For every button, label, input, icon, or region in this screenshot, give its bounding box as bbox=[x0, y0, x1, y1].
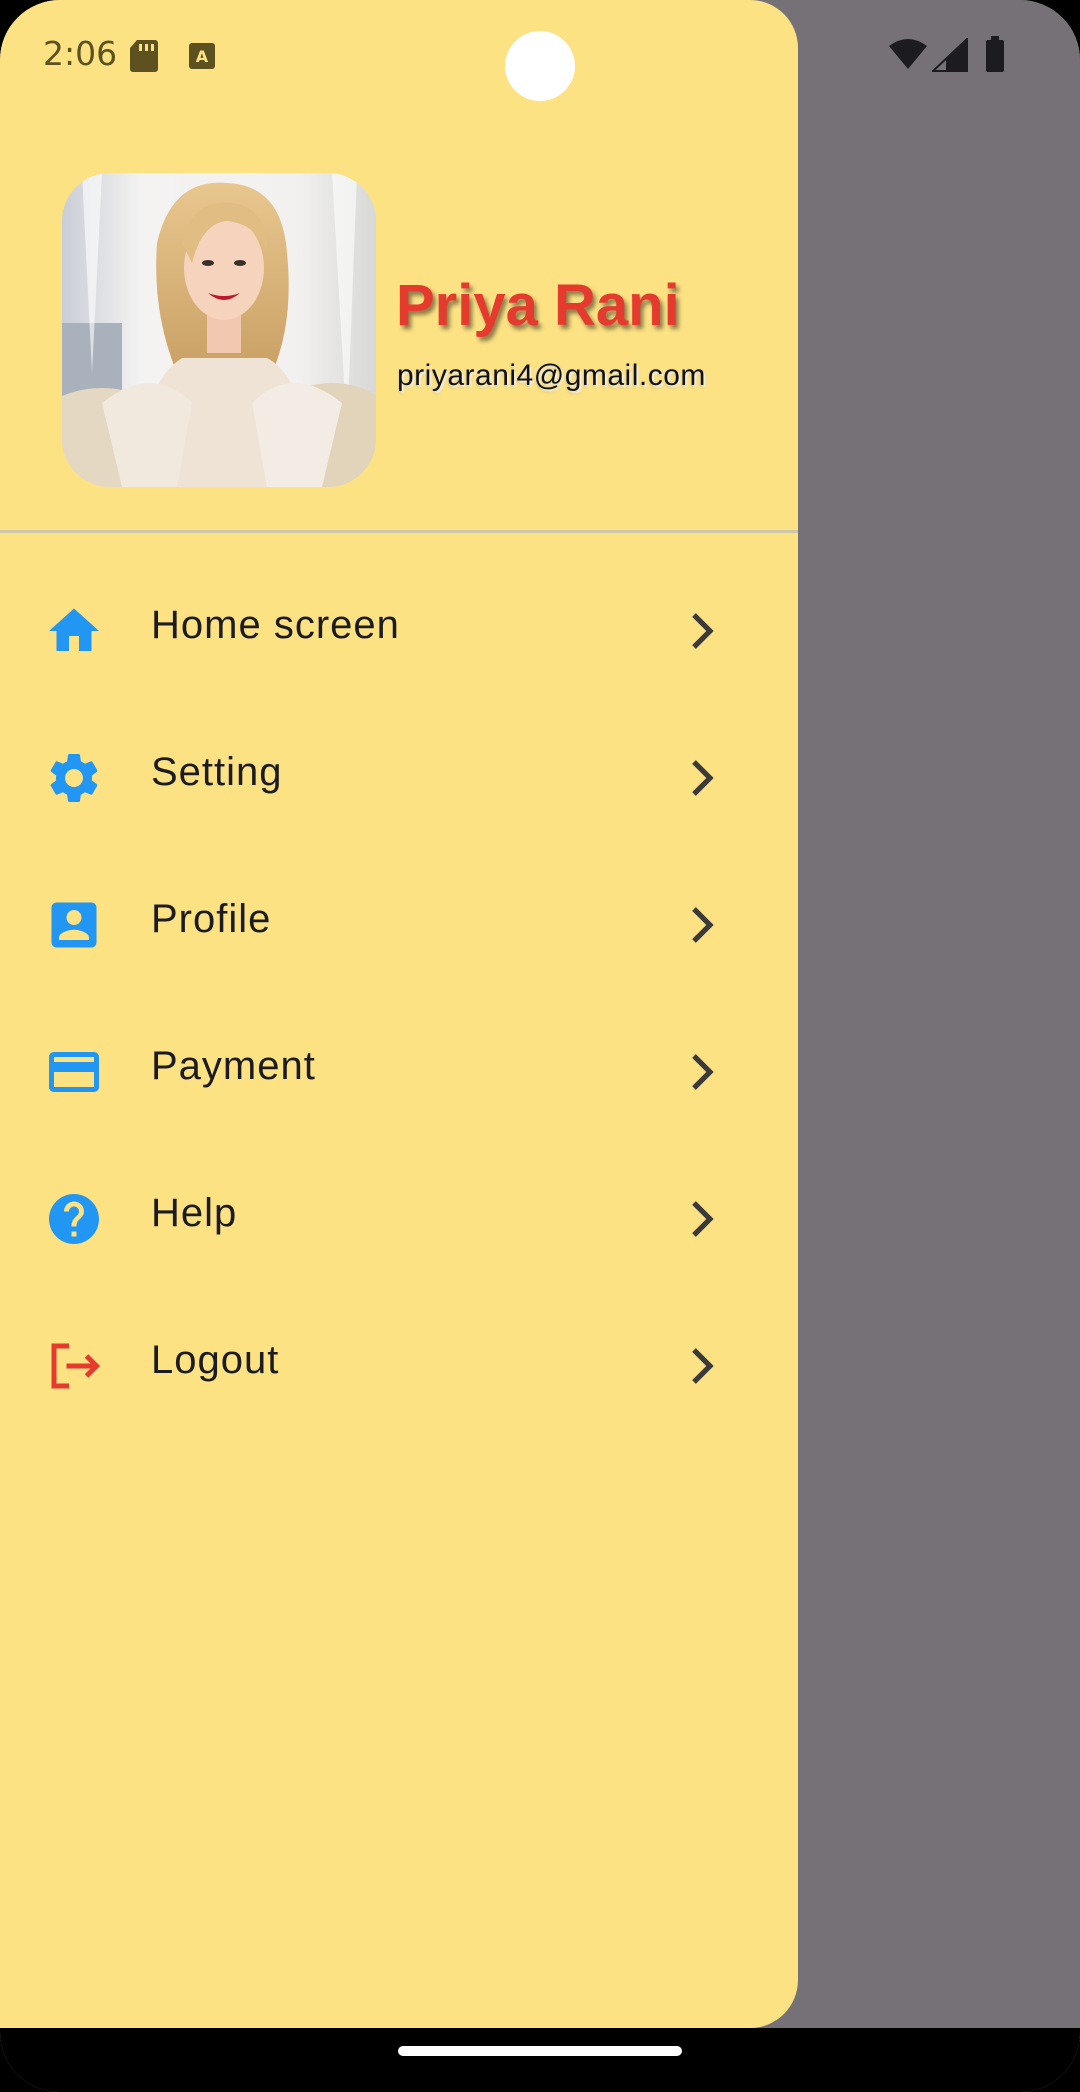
gear-icon bbox=[44, 748, 104, 808]
camera-cutout bbox=[505, 31, 575, 101]
home-gesture-handle[interactable] bbox=[398, 2046, 682, 2056]
battery-icon bbox=[985, 36, 1005, 72]
user-email: priyarani4@gmail.com bbox=[397, 359, 706, 392]
drawer-menu: Home screen Setting Profile Payment Help… bbox=[0, 553, 798, 1435]
menu-item-profile[interactable]: Profile bbox=[0, 847, 798, 994]
chevron-right-icon bbox=[686, 758, 720, 798]
wifi-icon bbox=[888, 38, 928, 70]
header-divider bbox=[0, 530, 798, 533]
menu-item-home-screen[interactable]: Home screen bbox=[0, 553, 798, 700]
chevron-right-icon bbox=[686, 1052, 720, 1092]
drawer-header: Priya Rani priyarani4@gmail.com bbox=[0, 110, 798, 530]
menu-item-label: Payment bbox=[151, 1044, 316, 1088]
system-navigation-bar bbox=[0, 2028, 1080, 2092]
chevron-right-icon bbox=[686, 905, 720, 945]
help-circle-icon bbox=[44, 1189, 104, 1249]
chevron-right-icon bbox=[686, 1199, 720, 1239]
cell-signal-icon bbox=[930, 36, 968, 72]
chevron-right-icon bbox=[686, 611, 720, 651]
svg-text:A: A bbox=[196, 47, 209, 66]
avatar bbox=[62, 173, 376, 487]
menu-item-label: Profile bbox=[151, 897, 272, 941]
logout-icon bbox=[44, 1336, 104, 1396]
menu-item-label: Logout bbox=[151, 1338, 280, 1382]
chevron-right-icon bbox=[686, 1346, 720, 1386]
sd-card-icon bbox=[129, 39, 159, 73]
menu-item-label: Help bbox=[151, 1191, 238, 1235]
status-bar: 2:06 A bbox=[0, 0, 1080, 110]
status-time: 2:06 bbox=[43, 34, 118, 73]
menu-item-payment[interactable]: Payment bbox=[0, 994, 798, 1141]
user-name: Priya Rani bbox=[396, 273, 680, 338]
menu-item-label: Home screen bbox=[151, 603, 400, 647]
menu-item-help[interactable]: Help bbox=[0, 1141, 798, 1288]
credit-card-icon bbox=[44, 1042, 104, 1102]
keyboard-a-icon: A bbox=[188, 42, 216, 70]
menu-item-setting[interactable]: Setting bbox=[0, 700, 798, 847]
menu-item-label: Setting bbox=[151, 750, 283, 794]
menu-item-logout[interactable]: Logout bbox=[0, 1288, 798, 1435]
navigation-drawer: Priya Rani priyarani4@gmail.com Home scr… bbox=[0, 0, 798, 2028]
home-icon bbox=[44, 601, 104, 661]
account-box-icon bbox=[44, 895, 104, 955]
phone-screen: n bbox=[0, 0, 1080, 2092]
